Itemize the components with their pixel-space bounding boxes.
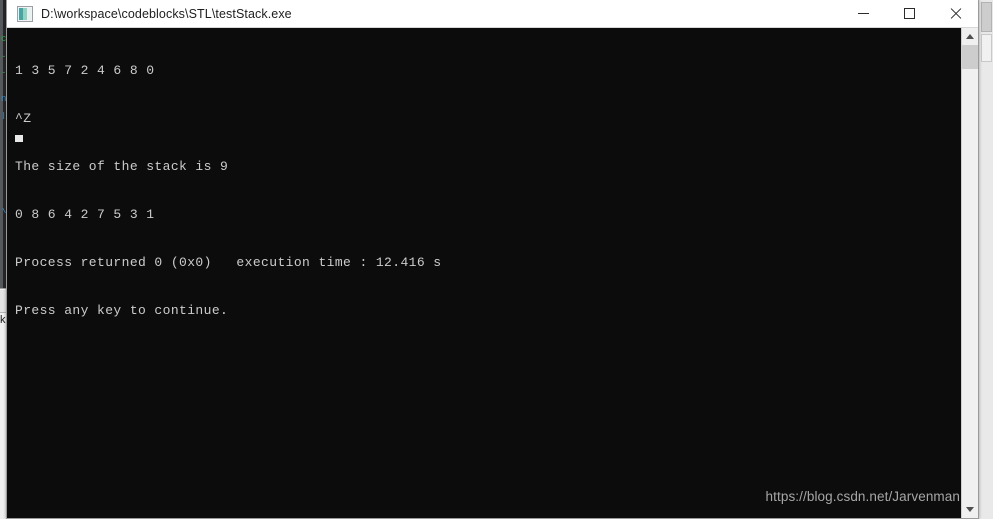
console-caret bbox=[15, 135, 23, 142]
background-right-strip bbox=[979, 0, 993, 519]
minimize-icon bbox=[857, 8, 869, 19]
minimize-button[interactable] bbox=[840, 0, 886, 28]
maximize-button[interactable] bbox=[886, 0, 932, 28]
close-icon bbox=[950, 8, 961, 19]
console-app-icon bbox=[17, 5, 33, 22]
console-window[interactable]: D:\workspace\codeblocks\STL\testStack.ex… bbox=[6, 0, 979, 519]
console-line: ^Z bbox=[15, 111, 32, 126]
watermark-text: https://blog.csdn.net/Jarvenman bbox=[765, 489, 960, 504]
background-right-scrollbar-track[interactable] bbox=[981, 34, 992, 62]
background-editor-gutter bbox=[0, 0, 3, 288]
console-line: Press any key to continue. bbox=[15, 303, 229, 318]
console-line: The size of the stack is 9 bbox=[15, 159, 229, 174]
window-title: D:\workspace\codeblocks\STL\testStack.ex… bbox=[41, 6, 292, 21]
console-line: Process returned 0 (0x0) execution time … bbox=[15, 255, 442, 270]
console-scrollbar[interactable] bbox=[961, 28, 978, 518]
background-right-scrollbar-thumb[interactable] bbox=[981, 2, 992, 32]
screen-root: k c - - n | \ D:\workspace\codeblocks\STL\tes… bbox=[0, 0, 993, 519]
console-text-block: 1 3 5 7 2 4 6 8 0 ^Z The size of the sta… bbox=[15, 31, 441, 351]
title-bar[interactable]: D:\workspace\codeblocks\STL\testStack.ex… bbox=[7, 0, 978, 28]
console-output-area[interactable]: 1 3 5 7 2 4 6 8 0 ^Z The size of the sta… bbox=[7, 28, 978, 518]
maximize-icon bbox=[903, 8, 915, 19]
window-controls bbox=[840, 0, 978, 28]
console-line: 0 8 6 4 2 7 5 3 1 bbox=[15, 207, 155, 222]
scroll-track[interactable] bbox=[962, 69, 978, 501]
scroll-up-arrow-icon[interactable] bbox=[962, 28, 978, 45]
scroll-down-arrow-icon[interactable] bbox=[962, 501, 978, 518]
close-button[interactable] bbox=[932, 0, 978, 28]
console-line: 1 3 5 7 2 4 6 8 0 bbox=[15, 63, 155, 78]
scroll-thumb[interactable] bbox=[962, 45, 978, 69]
